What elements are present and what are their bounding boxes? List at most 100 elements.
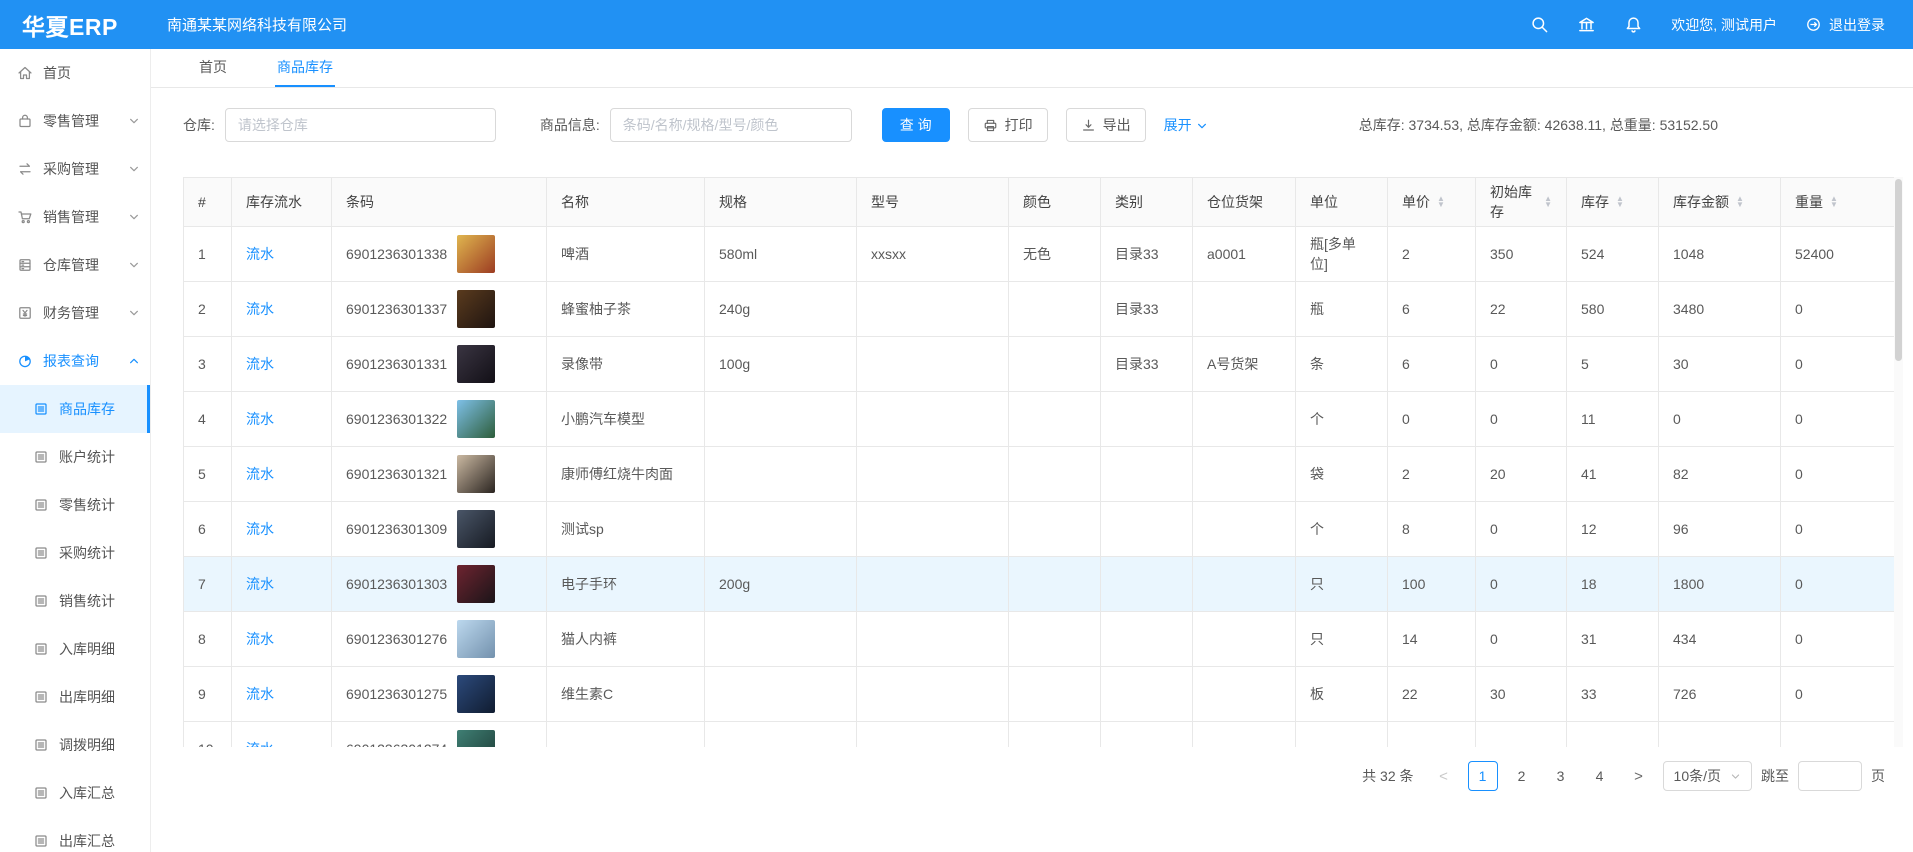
- warehouse-select-input[interactable]: [225, 108, 496, 142]
- sidebar-item-purchase[interactable]: 采购管理: [0, 145, 150, 193]
- cell-flow: 流水: [232, 227, 332, 282]
- product-image[interactable]: [457, 400, 495, 438]
- tab-home[interactable]: 首页: [197, 49, 229, 87]
- page-button-4[interactable]: 4: [1585, 761, 1615, 791]
- flow-link[interactable]: 流水: [246, 411, 274, 427]
- sidebar-subitem-in-detail[interactable]: 入库明细: [0, 625, 150, 673]
- cell-shelf: [1193, 612, 1296, 667]
- sidebar-item-warehouse[interactable]: 仓库管理: [0, 241, 150, 289]
- column-header-unit: 单位: [1296, 178, 1388, 227]
- flow-link[interactable]: 流水: [246, 466, 274, 482]
- cell-index: 8: [184, 612, 232, 667]
- expand-link[interactable]: 展开: [1164, 115, 1208, 135]
- column-header-weight[interactable]: 重量▲▼: [1781, 178, 1904, 227]
- column-header-stock_amount[interactable]: 库存金额▲▼: [1659, 178, 1781, 227]
- sidebar-subitem-out-summary[interactable]: 出库汇总: [0, 817, 150, 852]
- cell-category: [1101, 722, 1193, 748]
- page-button-2[interactable]: 2: [1507, 761, 1537, 791]
- column-header-stock[interactable]: 库存▲▼: [1567, 178, 1659, 227]
- cell-price: 8: [1388, 502, 1476, 557]
- product-info-input[interactable]: [610, 108, 852, 142]
- chevron-down-icon: [1196, 119, 1208, 131]
- cell-shelf: [1193, 502, 1296, 557]
- scrollbar-thumb[interactable]: [1895, 179, 1902, 361]
- product-image[interactable]: [457, 235, 495, 273]
- sort-caret-icon: ▲▼: [1736, 196, 1744, 208]
- table-head: #库存流水条码名称规格型号颜色类别仓位货架单位单价▲▼初始库存▲▼库存▲▼库存金…: [184, 178, 1904, 227]
- flow-link[interactable]: 流水: [246, 631, 274, 647]
- cell-spec: [705, 722, 857, 748]
- product-image[interactable]: [457, 290, 495, 328]
- sidebar-item-retail[interactable]: 零售管理: [0, 97, 150, 145]
- content-area: 仓库: 商品信息: 查 询 打印 导出 展开 总库存: 3734.53, 总库存…: [151, 88, 1913, 852]
- flow-link[interactable]: 流水: [246, 741, 274, 747]
- cell-barcode: 6901236301276: [332, 612, 547, 667]
- flow-link[interactable]: 流水: [246, 521, 274, 537]
- sidebar-item-report[interactable]: 报表查询: [0, 337, 150, 385]
- chevron-down-icon: [128, 115, 140, 127]
- company-name: 南通某某网络科技有限公司: [167, 14, 347, 35]
- jump-page-input[interactable]: [1798, 761, 1862, 791]
- flow-link[interactable]: 流水: [246, 246, 274, 262]
- sidebar-subitem-transfer-detail[interactable]: 调拨明细: [0, 721, 150, 769]
- cell-category: [1101, 557, 1193, 612]
- flow-link[interactable]: 流水: [246, 686, 274, 702]
- search-icon[interactable]: [1530, 15, 1549, 34]
- bell-icon[interactable]: [1624, 15, 1643, 34]
- sidebar-subitem-out-detail[interactable]: 出库明细: [0, 673, 150, 721]
- column-label: 仓位货架: [1207, 192, 1263, 212]
- flow-link[interactable]: 流水: [246, 301, 274, 317]
- sidebar-subitem-account-stats[interactable]: 账户统计: [0, 433, 150, 481]
- column-label: 条码: [346, 192, 374, 212]
- export-button[interactable]: 导出: [1066, 108, 1146, 142]
- cell-spec: [705, 612, 857, 667]
- sidebar-subitem-purchase-stats[interactable]: 采购统计: [0, 529, 150, 577]
- print-button[interactable]: 打印: [968, 108, 1048, 142]
- product-image[interactable]: [457, 345, 495, 383]
- page-button-1[interactable]: 1: [1468, 761, 1498, 791]
- product-image[interactable]: [457, 565, 495, 603]
- logout-button[interactable]: 退出登录: [1805, 15, 1885, 35]
- product-image[interactable]: [457, 730, 495, 747]
- product-image[interactable]: [457, 675, 495, 713]
- warehouse-label: 仓库:: [183, 115, 215, 135]
- jump-label: 跳至: [1761, 766, 1789, 786]
- cell-spec: [705, 447, 857, 502]
- cell-spec: 200g: [705, 557, 857, 612]
- sidebar-subitem-retail-stats[interactable]: 零售统计: [0, 481, 150, 529]
- sidebar-subitem-product-stock[interactable]: 商品库存: [0, 385, 150, 433]
- column-header-init_stock[interactable]: 初始库存▲▼: [1476, 178, 1567, 227]
- sidebar-item-sales[interactable]: 销售管理: [0, 193, 150, 241]
- page-size-select[interactable]: 10条/页: [1663, 761, 1752, 791]
- prev-page-button[interactable]: <: [1429, 761, 1459, 791]
- tab-product-stock[interactable]: 商品库存: [275, 49, 335, 87]
- page-button-3[interactable]: 3: [1546, 761, 1576, 791]
- cell-barcode: 6901236301275: [332, 667, 547, 722]
- stat-value: 3734.53: [1409, 117, 1460, 133]
- sidebar-item-finance[interactable]: 财务管理: [0, 289, 150, 337]
- stat-value: 42638.11: [1545, 117, 1602, 133]
- column-header-content: 类别: [1115, 192, 1178, 212]
- cell-index: 1: [184, 227, 232, 282]
- column-label: 型号: [871, 192, 899, 212]
- cell-model: [857, 447, 1009, 502]
- column-header-price[interactable]: 单价▲▼: [1388, 178, 1476, 227]
- flow-link[interactable]: 流水: [246, 356, 274, 372]
- cell-barcode: 6901236301337: [332, 282, 547, 337]
- sidebar-item-home[interactable]: 首页: [0, 49, 150, 97]
- bank-icon[interactable]: [1577, 15, 1596, 34]
- sidebar-subitem-sales-stats[interactable]: 销售统计: [0, 577, 150, 625]
- flow-link[interactable]: 流水: [246, 576, 274, 592]
- column-header-category: 类别: [1101, 178, 1193, 227]
- cell-category: [1101, 502, 1193, 557]
- cell-stock: 41: [1567, 447, 1659, 502]
- cell-stock_amount: 726: [1659, 667, 1781, 722]
- next-page-button[interactable]: >: [1624, 761, 1654, 791]
- doc-icon: [33, 641, 49, 657]
- product-image[interactable]: [457, 455, 495, 493]
- cell-price: 100: [1388, 557, 1476, 612]
- product-image[interactable]: [457, 510, 495, 548]
- sidebar-subitem-in-summary[interactable]: 入库汇总: [0, 769, 150, 817]
- search-button[interactable]: 查 询: [882, 108, 950, 142]
- product-image[interactable]: [457, 620, 495, 658]
